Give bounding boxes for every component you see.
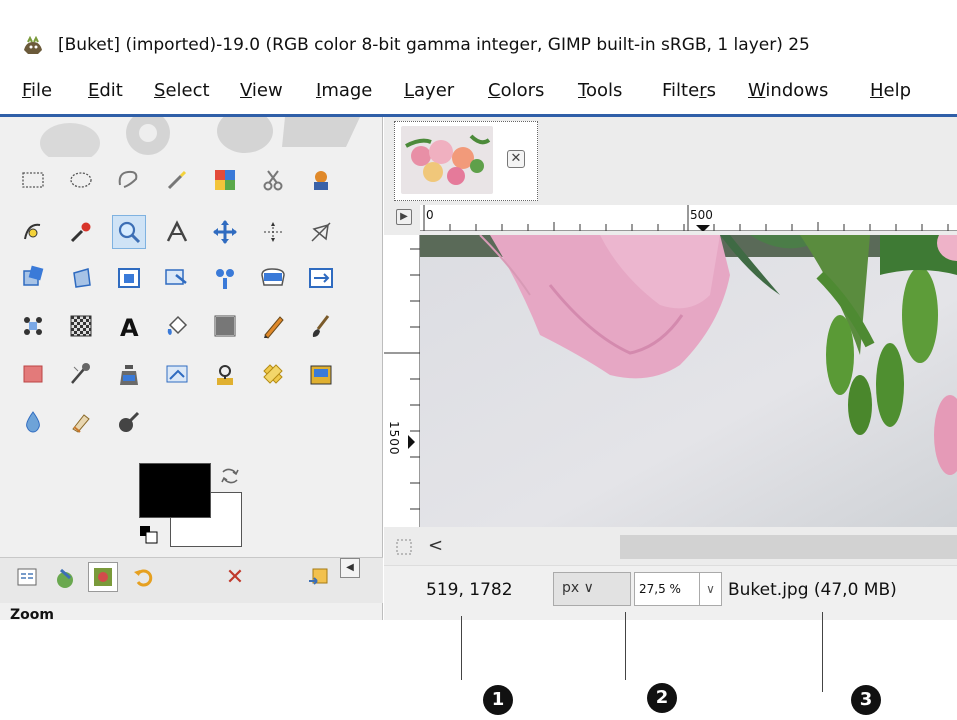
image-thumbnail: [401, 126, 493, 194]
mypaint-brush-icon[interactable]: [160, 357, 194, 391]
reset-icon[interactable]: ✕: [220, 562, 250, 592]
ruler-label-0: 0: [426, 208, 434, 222]
handle-transform-icon[interactable]: [16, 309, 50, 343]
menu-item[interactable]: Filters: [662, 80, 716, 101]
paintbrush-icon[interactable]: [304, 309, 338, 343]
menu-item[interactable]: Windows: [748, 80, 828, 101]
foreground-color-swatch[interactable]: [139, 463, 211, 518]
quick-mask-icon[interactable]: [396, 539, 412, 555]
eraser-icon[interactable]: [16, 357, 50, 391]
chevron-down-icon: ∨: [579, 580, 594, 596]
image-canvas[interactable]: [420, 235, 957, 527]
color-picker-icon[interactable]: [64, 215, 98, 249]
tool-options-tabbar: ✕ ◀: [0, 557, 383, 603]
scroll-left-icon[interactable]: <: [428, 535, 443, 556]
rect-select-icon[interactable]: [16, 163, 50, 197]
wilber-decoration: [40, 117, 360, 157]
color-select-icon[interactable]: [208, 163, 242, 197]
unit-dropdown[interactable]: px ∨: [553, 572, 631, 606]
images-tab-icon[interactable]: [88, 562, 118, 592]
transform-icon[interactable]: [304, 215, 338, 249]
perspective-clone-icon[interactable]: [304, 357, 338, 391]
heal-icon[interactable]: [256, 357, 290, 391]
zoom-icon[interactable]: [112, 215, 146, 249]
gimp-icon: [24, 36, 42, 54]
ruler-label-500: 500: [690, 208, 713, 222]
paths-icon[interactable]: [16, 215, 50, 249]
callout-marker-1: 1: [483, 685, 513, 715]
scroll-row: <: [384, 527, 957, 565]
toolbox-panel: A ✕ ◀ Zoom: [0, 117, 383, 623]
undo-icon[interactable]: [128, 562, 158, 592]
measure-icon[interactable]: [160, 215, 194, 249]
shear-icon[interactable]: [112, 261, 146, 295]
pencil-icon[interactable]: [256, 309, 290, 343]
window-title: [Buket] (imported)-19.0 (RGB color 8-bit…: [58, 35, 810, 55]
zoom-dropdown[interactable]: 27,5 % ∨: [634, 572, 722, 606]
fuzzy-select-icon[interactable]: [160, 163, 194, 197]
ink-icon[interactable]: [112, 357, 146, 391]
foreground-select-icon[interactable]: [304, 163, 338, 197]
cage-icon[interactable]: [256, 261, 290, 295]
warp-icon[interactable]: [304, 261, 338, 295]
menu-item[interactable]: Select: [154, 80, 210, 101]
menu-toggle-icon[interactable]: ▶: [396, 209, 412, 225]
status-bar: 519, 1782 px ∨ 27,5 % ∨ Buket.jpg (47,0 …: [384, 565, 957, 620]
clone-icon[interactable]: [208, 357, 242, 391]
callout-line-2: [625, 612, 626, 680]
close-tab-icon[interactable]: ✕: [507, 150, 525, 168]
tool-options-tab-icon[interactable]: [12, 562, 42, 592]
scissors-select-icon[interactable]: [256, 163, 290, 197]
device-status-tab-icon[interactable]: [50, 562, 80, 592]
blur-icon[interactable]: [16, 405, 50, 439]
gradient-icon[interactable]: [208, 309, 242, 343]
swap-colors-icon[interactable]: [218, 464, 242, 488]
move-icon[interactable]: [208, 215, 242, 249]
file-info: Buket.jpg (47,0 MB): [728, 580, 897, 600]
menu-item[interactable]: Edit: [88, 80, 123, 101]
menu-item[interactable]: Help: [870, 80, 911, 101]
title-bar: [Buket] (imported)-19.0 (RGB color 8-bit…: [0, 0, 957, 60]
rotate-icon[interactable]: [16, 261, 50, 295]
callout-line-3: [822, 612, 823, 692]
menu-item[interactable]: View: [240, 80, 283, 101]
menu-item[interactable]: Image: [316, 80, 372, 101]
callout-line-1: [461, 616, 462, 680]
smudge-icon[interactable]: [64, 405, 98, 439]
tab-menu-icon[interactable]: ◀: [340, 558, 360, 578]
perspective-icon[interactable]: [160, 261, 194, 295]
callout-marker-2: 2: [647, 683, 677, 713]
chevron-down-icon[interactable]: ∨: [699, 573, 721, 605]
ellipse-select-icon[interactable]: [64, 163, 98, 197]
zoom-value: 27,5 %: [639, 582, 681, 596]
horizontal-scrollbar[interactable]: [620, 535, 957, 559]
free-select-icon[interactable]: [112, 163, 146, 197]
align-icon[interactable]: [256, 215, 290, 249]
menu-item[interactable]: File: [22, 80, 52, 101]
svg-text:A: A: [120, 314, 139, 339]
restore-icon[interactable]: [304, 562, 334, 592]
vertical-ruler: 1500: [384, 235, 420, 527]
menu-bar: File Edit Select View Image Layer Colors Tools F…: [0, 74, 957, 112]
horizontal-ruler: 0 500: [420, 205, 957, 232]
menu-item[interactable]: Tools: [578, 80, 622, 101]
unit-value: px: [562, 580, 580, 596]
airbrush-icon[interactable]: [64, 357, 98, 391]
menu-item[interactable]: Layer: [404, 80, 454, 101]
tool-options-title: Zoom: [10, 607, 54, 623]
image-window: ✕ ▶ 0 500 1500 < 519, 1782 px ∨ 27,5 % ∨…: [384, 117, 957, 620]
callout-marker-3: 3: [851, 685, 881, 715]
bucket-fill-icon[interactable]: [160, 309, 194, 343]
dodge-burn-icon[interactable]: [112, 405, 146, 439]
ruler-label-1500: 1500: [387, 421, 401, 456]
image-tab[interactable]: ✕: [394, 121, 538, 201]
unified-transform-icon[interactable]: [64, 309, 98, 343]
text-icon[interactable]: A: [112, 309, 146, 343]
pointer-coordinates: 519, 1782: [426, 580, 513, 600]
scale-icon[interactable]: [64, 261, 98, 295]
default-colors-icon[interactable]: [138, 524, 160, 546]
flip-icon[interactable]: [208, 261, 242, 295]
menu-item[interactable]: Colors: [488, 80, 544, 101]
